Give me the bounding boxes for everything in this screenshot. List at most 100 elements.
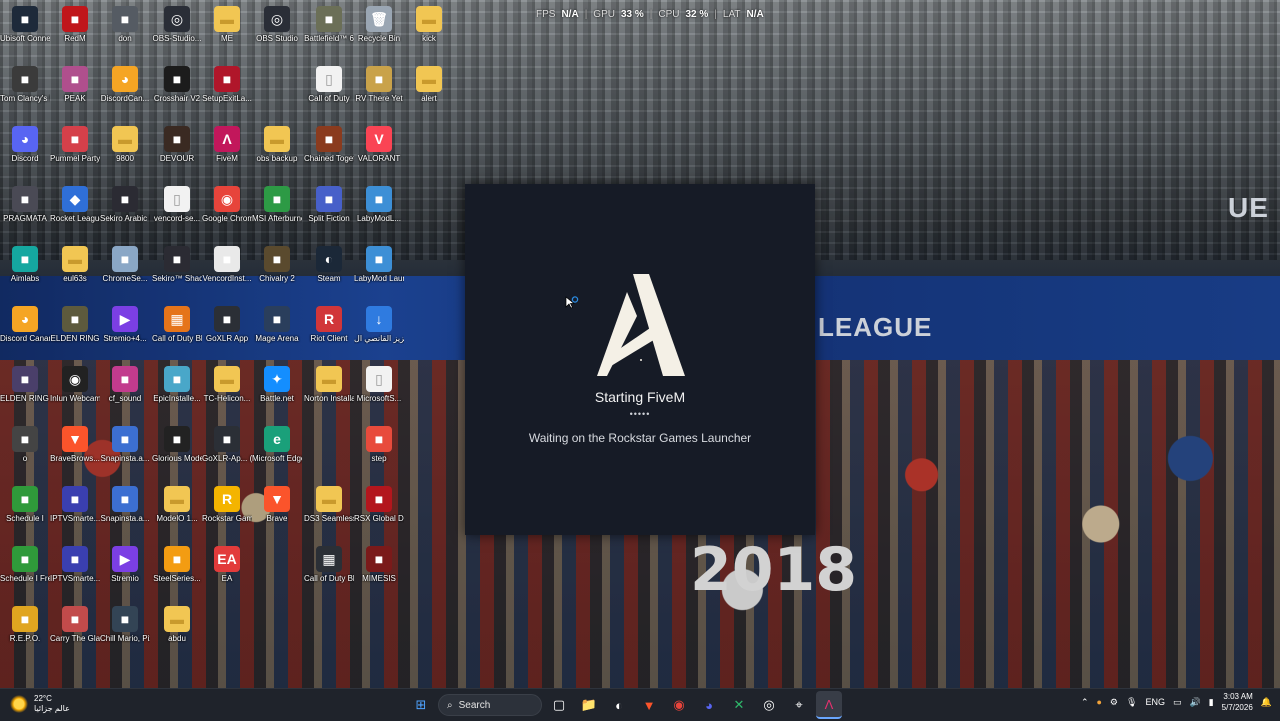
desktop-icon[interactable]: ■ Carry The Glass [50, 602, 100, 660]
desktop-icon[interactable]: ■ Mage Arena [252, 302, 302, 360]
desktop-icon[interactable]: ■ Pummel Party [50, 122, 100, 180]
desktop-icon[interactable]: ■ EpicInstalle... [152, 362, 202, 420]
taskbar-search-box[interactable]: ⌕ Search [438, 694, 542, 716]
notifications-icon[interactable]: 🔔 [1261, 697, 1272, 708]
discord-taskbar-button[interactable]: ◕ [696, 692, 722, 718]
fivem-taskbar-button[interactable]: Λ [816, 691, 842, 719]
tray-app-icon[interactable]: ● [1096, 697, 1101, 707]
desktop-icon[interactable]: ■ MIMESIS [354, 542, 404, 600]
display-icon[interactable]: ▭ [1173, 697, 1182, 708]
desktop-icon[interactable]: ▬ ModelO 1... [152, 482, 202, 540]
desktop-icon[interactable]: ▯ MicrosoftS... [354, 362, 404, 420]
desktop-icon[interactable]: ■ Battlefield™ 6 [304, 2, 354, 60]
desktop-icon[interactable]: ■ Snapinsta.a... [100, 482, 150, 540]
desktop-icon[interactable]: ■ Tom Clancy's Rainbow Si... [0, 62, 50, 120]
desktop-icon[interactable]: ▬ DS3 Seamless Co-op v0.1... [304, 482, 354, 540]
desktop-icon[interactable]: ▼ Brave [252, 482, 302, 540]
desktop-icon[interactable]: ■ RV There Yet [354, 62, 404, 120]
volume-icon[interactable]: 🔊 [1189, 697, 1200, 708]
desktop-icon[interactable]: R Riot Client [304, 302, 354, 360]
obs-taskbar-button[interactable]: ◎ [756, 692, 782, 718]
weather-widget[interactable]: 22°C عالم جزائيا [10, 694, 70, 714]
desktop-icon[interactable]: ▬ ME [202, 2, 252, 60]
desktop-icon[interactable]: ■ ELDEN RING [50, 302, 100, 360]
steam-taskbar-button[interactable]: ◐ [606, 692, 632, 718]
desktop-icon[interactable]: ■ RedM [50, 2, 100, 60]
desktop-icon[interactable]: ◎ OBS Studio [252, 2, 302, 60]
desktop-icon[interactable]: ■ Chivalry 2 [252, 242, 302, 300]
desktop-icon[interactable]: ■ PRAGMATA [0, 182, 50, 240]
desktop-icon[interactable]: ■ ELDEN RING NIGHTREIGN [0, 362, 50, 420]
clock[interactable]: 3:03 AM 5/7/2026 [1222, 691, 1253, 713]
microphone-icon[interactable]: 🎙 [1126, 697, 1137, 708]
desktop-icon[interactable]: ✦ Battle.net [252, 362, 302, 420]
task-view-taskbar-button[interactable]: ▢ [546, 692, 572, 718]
desktop-icon[interactable]: V VALORANT [354, 122, 404, 180]
desktop-icon[interactable]: ■ step [354, 422, 404, 480]
desktop-icon[interactable]: ■ MSI Afterburner [252, 182, 302, 240]
desktop-icon[interactable]: 🗑 Recycle Bin [354, 2, 404, 60]
brave-taskbar-button[interactable]: ▼ [636, 692, 662, 718]
desktop-icon[interactable]: ■ Schedule I Free Sample [0, 542, 50, 600]
desktop-icon[interactable]: Λ FiveM [202, 122, 252, 180]
desktop-icon[interactable]: ■ Snapinsta.a... [100, 422, 150, 480]
desktop-icon[interactable]: ▬ TC-Helicon... [202, 362, 252, 420]
desktop-icon[interactable]: ■ Ubisoft Connect [0, 2, 50, 60]
desktop-icon[interactable]: ◐ Steam [304, 242, 354, 300]
desktop-icon[interactable]: ▬ obs backup [252, 122, 302, 180]
chevron-up-icon[interactable]: ⌃ [1081, 697, 1089, 708]
desktop-icon[interactable]: ▬ eul63s [50, 242, 100, 300]
desktop-icon[interactable]: ■ LabyMod Launcher [354, 242, 404, 300]
desktop-icon[interactable]: ↓ حروف مع عزيز القانصي ال... [354, 302, 404, 360]
desktop-icon[interactable]: ■ Chained Together [304, 122, 354, 180]
desktop-icon[interactable]: ■ SteelSeries... [152, 542, 202, 600]
desktop-icon[interactable]: ■ LabyModL... [354, 182, 404, 240]
desktop-icon[interactable]: ▶ Stremio [100, 542, 150, 600]
desktop-icon[interactable]: ■ Split Fiction [304, 182, 354, 240]
file-explorer-taskbar-button[interactable]: 📁 [576, 692, 602, 718]
desktop-icon[interactable]: ■ o [0, 422, 50, 480]
desktop-icon[interactable]: ■ Aimlabs [0, 242, 50, 300]
desktop-icon[interactable]: ■ Glorious Model ... [152, 422, 202, 480]
desktop-icon[interactable]: ▬ kick [404, 2, 454, 60]
desktop-icon[interactable]: ▦ Call of Duty Black Ops [152, 302, 202, 360]
desktop-icon[interactable]: ▦ Call of Duty Black Ops [304, 542, 354, 600]
desktop-icon[interactable]: EA EA [202, 542, 252, 600]
desktop-icon[interactable]: ◆ Rocket League® [50, 182, 100, 240]
desktop-icon[interactable]: ■ Chill Mario, Pixel Jeff [100, 602, 150, 660]
desktop-icon[interactable]: ◕ Discord Canary [0, 302, 50, 360]
desktop-icon[interactable]: ■ DEVOUR [152, 122, 202, 180]
desktop-icon[interactable]: ▬ alert [404, 62, 454, 120]
desktop-icon[interactable]: ◕ Discord [0, 122, 50, 180]
desktop-icon[interactable]: ■ cf_sound [100, 362, 150, 420]
desktop-icon[interactable]: ▼ BraveBrows... [50, 422, 100, 480]
desktop-icon[interactable]: ■ GoXLR-Ap... (1) [202, 422, 252, 480]
desktop-icon[interactable]: ■ Sekiro™ Shadows D... [152, 242, 202, 300]
desktop-icon[interactable]: ■ IPTVSmarte... [50, 542, 100, 600]
desktop-icon[interactable]: ■ Crosshair V2 [152, 62, 202, 120]
desktop-icon[interactable]: e Microsoft Edge [252, 422, 302, 480]
goxlr-taskbar-button[interactable]: ✕ [726, 692, 752, 718]
desktop-icon[interactable]: ■ R.E.P.O. [0, 602, 50, 660]
battery-icon[interactable]: ▮ [1209, 697, 1214, 708]
language-indicator[interactable]: ENG [1145, 697, 1165, 707]
desktop-icon[interactable]: ■ IPTVSmarte... [50, 482, 100, 540]
desktop-icon[interactable]: ▶ Stremio+4... [100, 302, 150, 360]
desktop-icon[interactable]: ◕ DiscordCan... [100, 62, 150, 120]
desktop-icon[interactable]: ▬ 9800 [100, 122, 150, 180]
desktop-icon[interactable]: ■ ChromeSe... [100, 242, 150, 300]
desktop-icon[interactable]: ■ don [100, 2, 150, 60]
desktop-icon[interactable]: ▬ abdu [152, 602, 202, 660]
desktop-icon[interactable]: ■ VencordInst... [202, 242, 252, 300]
settings-icon[interactable]: ⚙ [1110, 697, 1118, 708]
desktop-icon[interactable]: ■ RSX Global Domination [354, 482, 404, 540]
desktop-icon[interactable]: ■ Sekiro Arabic Localisatio... [100, 182, 150, 240]
desktop-icon[interactable]: ■ Schedule I [0, 482, 50, 540]
windows-start-taskbar-button[interactable]: ⊞ [408, 692, 434, 718]
desktop-icon[interactable]: ▯ vencord-se... [152, 182, 202, 240]
desktop-icon[interactable]: ▬ Norton Installati... [304, 362, 354, 420]
desktop-icon[interactable]: ◉ Inlun Webcam [50, 362, 100, 420]
desktop-icon[interactable]: ■ GoXLR App [202, 302, 252, 360]
crosshair-taskbar-button[interactable]: ⌖ [786, 692, 812, 718]
desktop-icon[interactable]: ■ PEAK [50, 62, 100, 120]
